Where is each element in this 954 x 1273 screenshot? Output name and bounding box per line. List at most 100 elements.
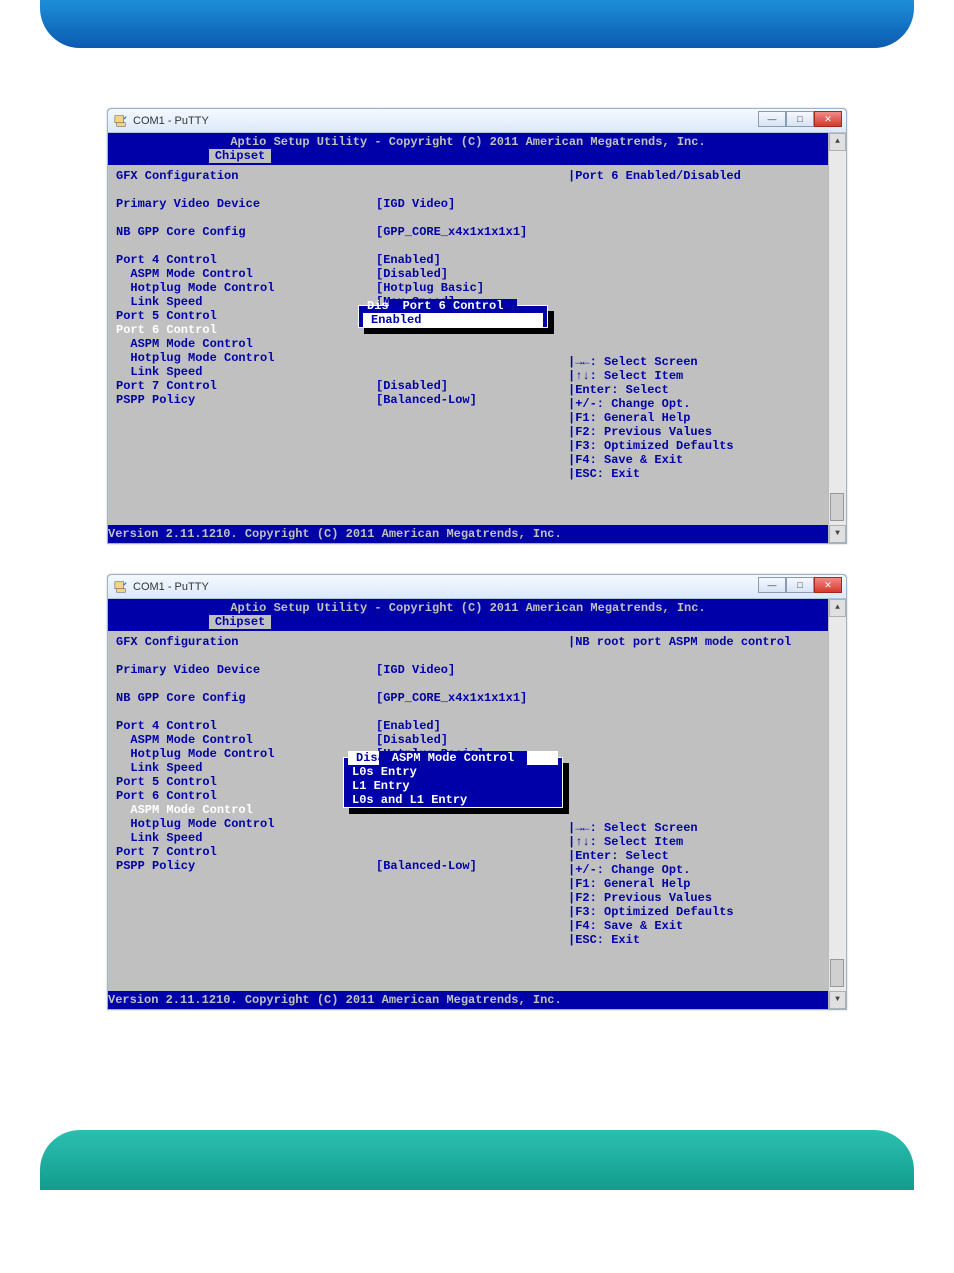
scroll-up-icon[interactable]: ▲ <box>829 599 846 617</box>
setting-port6-link[interactable]: Link Speed <box>116 365 376 379</box>
tab-chipset[interactable]: Chipset <box>209 149 271 163</box>
tab-row: Chipset <box>108 615 828 629</box>
key-hint: F1: General Help <box>575 411 690 425</box>
value-nb-gpp: [GPP_CORE_x4x1x1x1x1] <box>376 225 556 239</box>
key-hint: ↑↓: Select Item <box>575 369 683 383</box>
window-title: COM1 - PuTTY <box>133 581 209 593</box>
scrollbar[interactable]: ▲ ▼ <box>828 133 846 543</box>
setting-nb-gpp[interactable]: NB GPP Core Config <box>116 225 376 239</box>
setting-port7[interactable]: Port 7 Control <box>116 379 376 393</box>
setting-port6-selected[interactable]: Port 6 Control <box>116 323 376 337</box>
key-hint: F1: General Help <box>575 877 690 891</box>
key-hint: ↑↓: Select Item <box>575 835 683 849</box>
setting-port6-hotplug[interactable]: Hotplug Mode Control <box>116 351 376 365</box>
key-hint: Enter: Select <box>575 849 669 863</box>
popup-option-l0s-l1[interactable]: L0s and L1 Entry <box>344 793 562 807</box>
setting-port5[interactable]: Port 5 Control <box>116 775 376 789</box>
setting-port4-aspm[interactable]: ASPM Mode Control <box>116 267 376 281</box>
maximize-button[interactable]: □ <box>786 577 814 593</box>
value-port4-aspm: [Disabled] <box>376 267 556 281</box>
value-port4-aspm: [Disabled] <box>376 733 556 747</box>
help-text: Port 6 Enabled/Disabled <box>575 169 741 183</box>
bios-body: GFX Configuration Primary Video Device[I… <box>108 631 828 991</box>
close-button[interactable]: ✕ <box>814 111 842 127</box>
setting-port4-aspm[interactable]: ASPM Mode Control <box>116 733 376 747</box>
close-button[interactable]: ✕ <box>814 577 842 593</box>
setting-port4[interactable]: Port 4 Control <box>116 719 376 733</box>
bios-title: Aptio Setup Utility - Copyright (C) 2011… <box>108 601 828 615</box>
key-hint: F4: Save & Exit <box>575 453 683 467</box>
page-heading: GFX Configuration <box>116 635 376 649</box>
popup-aspm-control: ASPM Mode Control Disabled L0s Entry L1 … <box>343 757 563 808</box>
titlebar[interactable]: COM1 - PuTTY — □ ✕ <box>108 109 846 133</box>
key-hint: →←: Select Screen <box>575 821 697 835</box>
help-text: NB root port ASPM mode control <box>575 635 791 649</box>
setting-primary-video[interactable]: Primary Video Device <box>116 197 376 211</box>
setting-port6-aspm-selected[interactable]: ASPM Mode Control <box>116 803 376 817</box>
scroll-up-icon[interactable]: ▲ <box>829 133 846 151</box>
popup-option-l1[interactable]: L1 Entry <box>344 779 562 793</box>
setting-port6-hotplug[interactable]: Hotplug Mode Control <box>116 817 376 831</box>
key-hint: →←: Select Screen <box>575 355 697 369</box>
key-hint: +/-: Change Opt. <box>575 863 690 877</box>
setting-primary-video[interactable]: Primary Video Device <box>116 663 376 677</box>
setting-port4-link[interactable]: Link Speed <box>116 761 376 775</box>
value-primary-video: [IGD Video] <box>376 197 556 211</box>
setting-port6[interactable]: Port 6 Control <box>116 789 376 803</box>
titlebar[interactable]: COM1 - PuTTY — □ ✕ <box>108 575 846 599</box>
setting-port6-link[interactable]: Link Speed <box>116 831 376 845</box>
key-hint: F3: Optimized Defaults <box>575 905 733 919</box>
page-footer-banner <box>40 1130 914 1190</box>
key-hint: Enter: Select <box>575 383 669 397</box>
scroll-thumb[interactable] <box>830 493 844 521</box>
setting-port4-hotplug[interactable]: Hotplug Mode Control <box>116 281 376 295</box>
key-hint: ESC: Exit <box>575 933 640 947</box>
popup-title: Port 6 Control <box>389 299 516 313</box>
setting-port4[interactable]: Port 4 Control <box>116 253 376 267</box>
value-port4: [Enabled] <box>376 253 556 267</box>
popup-option-l0s[interactable]: L0s Entry <box>344 765 562 779</box>
bios-title: Aptio Setup Utility - Copyright (C) 2011… <box>108 135 828 149</box>
key-hint: +/-: Change Opt. <box>575 397 690 411</box>
key-hint: F2: Previous Values <box>575 425 712 439</box>
help-description: |NB root port ASPM mode control <box>568 635 808 649</box>
bios-header: Aptio Setup Utility - Copyright (C) 2011… <box>108 599 828 631</box>
terminal-area: Aptio Setup Utility - Copyright (C) 2011… <box>108 599 846 1009</box>
key-hint: F4: Save & Exit <box>575 919 683 933</box>
bios-version: Version 2.11.1210. Copyright (C) 2011 Am… <box>108 527 828 541</box>
popup-title: ASPM Mode Control <box>379 751 528 765</box>
page-heading: GFX Configuration <box>116 169 376 183</box>
value-pspp: [Balanced-Low] <box>376 393 556 407</box>
value-port4-hotplug: [Hotplug Basic] <box>376 281 556 295</box>
putty-window-2: COM1 - PuTTY — □ ✕ Aptio Setup Utility -… <box>107 574 847 1010</box>
scroll-down-icon[interactable]: ▼ <box>829 991 846 1009</box>
key-hint: F3: Optimized Defaults <box>575 439 733 453</box>
popup-option-enabled[interactable]: Enabled <box>363 313 543 327</box>
setting-port4-hotplug[interactable]: Hotplug Mode Control <box>116 747 376 761</box>
tab-chipset[interactable]: Chipset <box>209 615 271 629</box>
terminal-area: Aptio Setup Utility - Copyright (C) 2011… <box>108 133 846 543</box>
setting-port5[interactable]: Port 5 Control <box>116 309 376 323</box>
bios-version: Version 2.11.1210. Copyright (C) 2011 Am… <box>108 993 828 1007</box>
setting-port6-aspm[interactable]: ASPM Mode Control <box>116 337 376 351</box>
scrollbar[interactable]: ▲ ▼ <box>828 599 846 1009</box>
setting-nb-gpp[interactable]: NB GPP Core Config <box>116 691 376 705</box>
window-controls: — □ ✕ <box>758 111 842 127</box>
value-port7: [Disabled] <box>376 379 556 393</box>
setting-pspp[interactable]: PSPP Policy <box>116 859 376 873</box>
putty-window-1: COM1 - PuTTY — □ ✕ Aptio Setup Utility -… <box>107 108 847 544</box>
setting-port7[interactable]: Port 7 Control <box>116 845 376 859</box>
setting-pspp[interactable]: PSPP Policy <box>116 393 376 407</box>
maximize-button[interactable]: □ <box>786 111 814 127</box>
key-help: |→←: Select Screen |↑↓: Select Item |Ent… <box>568 821 828 947</box>
bios-footer: Version 2.11.1210. Copyright (C) 2011 Am… <box>108 525 828 543</box>
minimize-button[interactable]: — <box>758 577 786 593</box>
setting-port4-link[interactable]: Link Speed <box>116 295 376 309</box>
window-controls: — □ ✕ <box>758 577 842 593</box>
bios-header: Aptio Setup Utility - Copyright (C) 2011… <box>108 133 828 165</box>
scroll-down-icon[interactable]: ▼ <box>829 525 846 543</box>
minimize-button[interactable]: — <box>758 111 786 127</box>
scroll-thumb[interactable] <box>830 959 844 987</box>
putty-icon <box>114 114 128 128</box>
value-primary-video: [IGD Video] <box>376 663 556 677</box>
